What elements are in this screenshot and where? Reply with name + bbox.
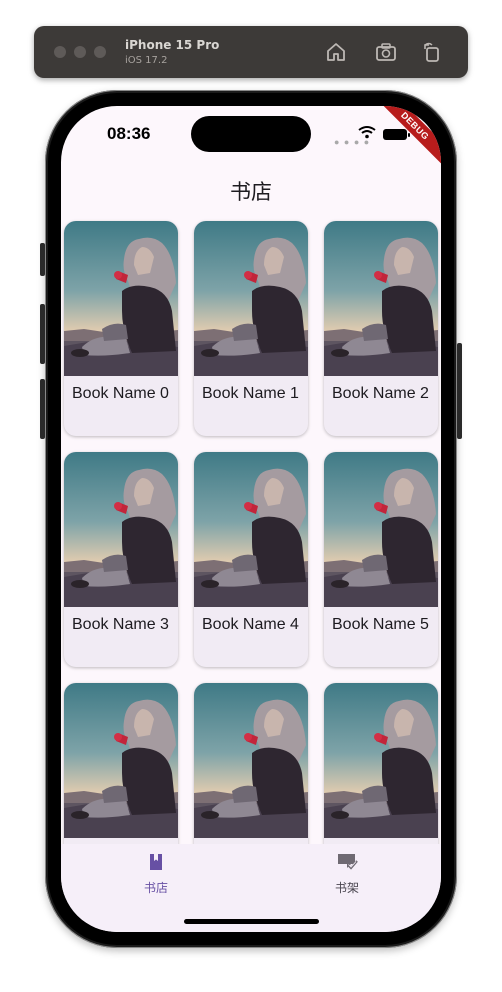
bookshelf-check-icon — [338, 854, 358, 870]
nav-item-bookshelf[interactable]: 书架 — [297, 852, 397, 896]
book-card[interactable]: Book Name 5 — [324, 452, 438, 667]
book-cover-image — [194, 683, 308, 838]
book-title: Book Name 2 — [332, 385, 429, 402]
volume-up-button — [40, 304, 45, 364]
nav-label: 书架 — [334, 881, 359, 895]
dynamic-island — [191, 116, 311, 152]
rotate-icon[interactable] — [420, 40, 444, 64]
nav-label: 书店 — [143, 881, 168, 895]
book-cover-image — [64, 452, 178, 607]
book-title: Book Name 1 — [202, 385, 299, 402]
device-name: iPhone 15 Pro — [125, 38, 220, 52]
book-title: Book Name 5 — [332, 616, 429, 633]
book-cover-image — [194, 221, 308, 376]
book-card[interactable]: Book Name 2 — [324, 221, 438, 436]
book-cover-image — [324, 221, 438, 376]
book-cover-image — [194, 452, 308, 607]
home-icon[interactable] — [324, 40, 348, 64]
book-title: Book Name 3 — [72, 616, 169, 633]
home-indicator[interactable] — [184, 919, 319, 924]
book-title: Book Name 4 — [202, 616, 299, 633]
screenshot-icon[interactable] — [374, 40, 398, 64]
battery-tip — [408, 133, 410, 137]
power-button — [457, 343, 462, 439]
window-minimize-button[interactable] — [74, 46, 86, 58]
book-cover-image — [324, 452, 438, 607]
window-close-button[interactable] — [54, 46, 66, 58]
volume-down-button — [40, 379, 45, 439]
nav-item-bookstore[interactable]: 书店 — [106, 852, 206, 896]
battery-icon — [383, 129, 407, 140]
page-title: 书店 — [230, 181, 272, 204]
os-version: iOS 17.2 — [125, 55, 168, 66]
book-cover-image — [64, 221, 178, 376]
book-cover-image — [64, 683, 178, 838]
action-button — [40, 243, 45, 276]
simulator-toolbar: iPhone 15 Pro iOS 17.2 — [34, 26, 468, 78]
book-card[interactable]: Book Name 0 — [64, 221, 178, 436]
book-title: Book Name 0 — [72, 385, 169, 402]
phone-screen: 08:36 ● ● ● ● DEBUG 书店 Book Name 0 Book … — [61, 106, 441, 932]
book-icon — [150, 854, 162, 870]
book-card[interactable]: Book Name 1 — [194, 221, 308, 436]
book-card[interactable]: Book Name 3 — [64, 452, 178, 667]
book-card[interactable]: Book Name 4 — [194, 452, 308, 667]
book-cover-image — [324, 683, 438, 838]
window-zoom-button[interactable] — [94, 46, 106, 58]
wifi-icon — [358, 126, 376, 139]
status-time: 08:36 — [107, 124, 151, 143]
